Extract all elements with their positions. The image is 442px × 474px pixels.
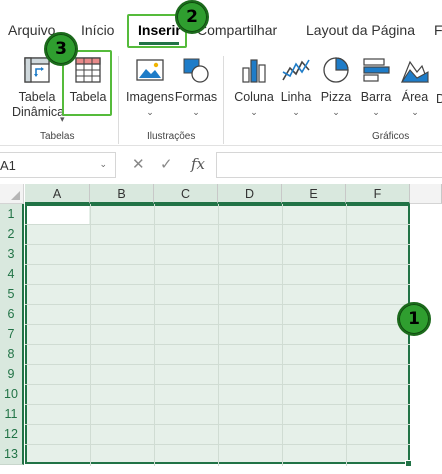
shapes-button[interactable]: Formas ⌄ bbox=[174, 56, 218, 117]
area-chart-button[interactable]: Área ⌄ bbox=[398, 56, 432, 117]
bar-chart-label: Barra bbox=[360, 90, 392, 104]
gridline bbox=[25, 264, 410, 265]
tab-formulas[interactable]: F bbox=[434, 22, 442, 38]
pivot-table-label-2: Dinâmica bbox=[12, 105, 65, 119]
row-header-9[interactable]: 9 bbox=[0, 364, 24, 385]
insert-function-icon[interactable]: fx bbox=[191, 155, 205, 173]
row-header-2[interactable]: 2 bbox=[0, 224, 24, 245]
callout-badge-1: 1 bbox=[397, 302, 431, 336]
row-header-5[interactable]: 5 bbox=[0, 284, 24, 305]
callout-badge-3: 3 bbox=[44, 32, 78, 66]
name-box-value: A1 bbox=[0, 158, 16, 173]
name-box[interactable]: A1 ⌄ bbox=[0, 152, 116, 178]
formula-bar: A1 ⌄ ✕ ✓ fx bbox=[0, 152, 442, 178]
gridline bbox=[25, 304, 410, 305]
line-chart-button[interactable]: Linha ⌄ bbox=[278, 56, 314, 117]
column-chart-icon bbox=[242, 59, 266, 83]
bar-chart-icon bbox=[363, 58, 390, 82]
row-header-12[interactable]: 12 bbox=[0, 424, 24, 445]
pie-chart-icon bbox=[323, 57, 349, 83]
gridline bbox=[25, 344, 410, 345]
row-header-6[interactable]: 6 bbox=[0, 304, 24, 325]
pie-chart-caret[interactable]: ⌄ bbox=[318, 107, 354, 117]
shapes-label: Formas bbox=[174, 90, 218, 104]
line-chart-icon bbox=[282, 59, 310, 81]
column-header-e[interactable]: E bbox=[282, 184, 346, 204]
tab-arquivo[interactable]: Arquivo bbox=[8, 22, 55, 38]
tab-compartilhar[interactable]: Compartilhar bbox=[197, 22, 277, 38]
area-chart-caret[interactable]: ⌄ bbox=[398, 107, 432, 117]
row-header-4[interactable]: 4 bbox=[0, 264, 24, 285]
area-chart-icon bbox=[400, 60, 429, 83]
select-all-button[interactable] bbox=[0, 184, 24, 204]
pivot-dropdown-caret[interactable]: ▾ bbox=[60, 114, 65, 124]
shapes-caret[interactable]: ⌄ bbox=[174, 107, 218, 117]
group-label-ilustracoes: Ilustrações bbox=[147, 131, 196, 142]
tab-layout-da-pagina[interactable]: Layout da Página bbox=[306, 22, 415, 38]
column-header-f[interactable]: F bbox=[346, 184, 410, 204]
group-label-tabelas: Tabelas bbox=[40, 131, 75, 142]
spreadsheet-grid: A B C D E F 1 2 3 4 5 6 7 8 9 10 11 12 1… bbox=[0, 184, 442, 474]
line-chart-caret[interactable]: ⌄ bbox=[278, 107, 314, 117]
formula-input[interactable] bbox=[216, 152, 442, 178]
column-header-a[interactable]: A bbox=[25, 184, 90, 204]
pictures-button[interactable]: Imagens ⌄ bbox=[124, 56, 176, 117]
group-separator bbox=[118, 56, 119, 144]
gridline bbox=[25, 244, 410, 245]
gridline bbox=[25, 364, 410, 365]
gridline bbox=[25, 424, 410, 425]
column-header-c[interactable]: C bbox=[154, 184, 218, 204]
confirm-icon[interactable]: ✓ bbox=[160, 155, 173, 173]
line-chart-label: Linha bbox=[280, 90, 312, 104]
pictures-caret[interactable]: ⌄ bbox=[124, 107, 176, 117]
pivot-table-button[interactable]: Tabela Dinâmica bbox=[12, 56, 65, 120]
column-chart-button[interactable]: Coluna ⌄ bbox=[232, 56, 276, 117]
pie-chart-button[interactable]: Pizza ⌄ bbox=[318, 56, 354, 117]
gridline bbox=[25, 444, 410, 445]
picture-icon bbox=[136, 59, 164, 81]
callout-badge-2: 2 bbox=[175, 0, 209, 34]
group-label-graficos: Gráficos bbox=[372, 131, 410, 142]
group-separator bbox=[223, 56, 224, 144]
pie-chart-label: Pizza bbox=[320, 90, 352, 104]
cancel-icon[interactable]: ✕ bbox=[132, 155, 145, 173]
gridline bbox=[25, 224, 410, 225]
active-cell-a1[interactable] bbox=[27, 206, 89, 224]
column-header-b[interactable]: B bbox=[90, 184, 154, 204]
tab-inicio[interactable]: Início bbox=[81, 22, 114, 38]
column-header-g[interactable] bbox=[410, 184, 442, 204]
pictures-label: Imagens bbox=[126, 90, 174, 104]
row-header-8[interactable]: 8 bbox=[0, 344, 24, 365]
gridline bbox=[25, 384, 410, 385]
name-box-dropdown-icon[interactable]: ⌄ bbox=[99, 159, 107, 170]
row-header-10[interactable]: 10 bbox=[0, 384, 24, 405]
row-header-3[interactable]: 3 bbox=[0, 244, 24, 265]
select-all-triangle-icon bbox=[11, 191, 20, 200]
bar-chart-button[interactable]: Barra ⌄ bbox=[358, 56, 394, 117]
gridline bbox=[25, 324, 410, 325]
row-header-7[interactable]: 7 bbox=[0, 324, 24, 345]
column-header-d[interactable]: D bbox=[218, 184, 282, 204]
row-header-1[interactable]: 1 bbox=[0, 204, 24, 225]
more-charts-label[interactable]: D bbox=[436, 92, 442, 106]
area-chart-label: Área bbox=[401, 90, 429, 104]
gridline bbox=[25, 404, 410, 405]
fill-handle[interactable] bbox=[405, 460, 412, 467]
row-header-13[interactable]: 13 bbox=[0, 444, 24, 465]
row-header-11[interactable]: 11 bbox=[0, 404, 24, 425]
pivot-table-label-1: Tabela bbox=[18, 90, 56, 104]
shapes-icon bbox=[183, 58, 209, 83]
gridline bbox=[25, 284, 410, 285]
bar-chart-caret[interactable]: ⌄ bbox=[358, 107, 394, 117]
column-chart-label: Coluna bbox=[234, 90, 274, 104]
column-chart-caret[interactable]: ⌄ bbox=[232, 107, 276, 117]
